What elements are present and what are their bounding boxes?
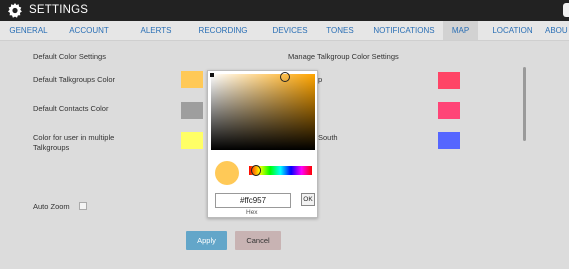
manage-talkgroup-heading: Manage Talkgroup Color Settings (288, 52, 399, 61)
talkgroup-scrollbar[interactable] (523, 67, 526, 141)
apply-button[interactable]: Apply (186, 231, 227, 250)
sv-corner-mark (210, 73, 214, 77)
tab-bar: GENERAL ACCOUNT ALERTS RECORDING DEVICES… (0, 21, 569, 41)
saturation-value-area[interactable] (211, 74, 315, 150)
talkgroups-color-label: Default Talkgroups Color (33, 75, 115, 84)
talkgroup-row3-name: South (318, 133, 338, 142)
window-title: SETTINGS (29, 4, 89, 16)
cancel-button[interactable]: Cancel (235, 231, 281, 250)
contacts-color-swatch[interactable] (181, 102, 203, 119)
tab-general[interactable]: GENERAL (0, 21, 57, 40)
gear-icon (8, 3, 22, 18)
ok-button[interactable]: OK (301, 193, 315, 206)
tab-tones[interactable]: TONES (318, 21, 362, 40)
multi-talkgroup-label-line2: Talkgroups (33, 143, 70, 152)
tab-account[interactable]: ACCOUNT (60, 21, 118, 40)
talkgroup-row1-swatch[interactable] (438, 72, 460, 89)
hue-slider-handle[interactable] (251, 165, 261, 176)
talkgroups-color-swatch[interactable] (181, 71, 203, 88)
talkgroup-row1-name: p (318, 75, 323, 84)
hex-caption: Hex (246, 209, 258, 216)
sv-picker-handle[interactable] (280, 72, 290, 82)
tab-location[interactable]: LOCATION (484, 21, 541, 40)
talkgroup-row2-swatch[interactable] (438, 102, 460, 119)
tab-notifications[interactable]: NOTIFICATIONS (366, 21, 442, 40)
hex-input[interactable] (215, 193, 291, 208)
auto-zoom-checkbox[interactable] (79, 202, 87, 210)
tab-map[interactable]: MAP (443, 21, 478, 40)
multi-talkgroup-color-swatch[interactable] (181, 132, 203, 149)
tab-recording[interactable]: RECORDING (194, 21, 252, 40)
tab-about[interactable]: ABOU (541, 21, 569, 40)
contacts-color-label: Default Contacts Color (33, 104, 109, 113)
tab-alerts[interactable]: ALERTS (131, 21, 181, 40)
close-button[interactable] (563, 3, 569, 17)
tab-devices[interactable]: DEVICES (265, 21, 315, 40)
auto-zoom-label: Auto Zoom (33, 202, 70, 211)
talkgroup-row3-swatch[interactable] (438, 132, 460, 149)
color-preview-circle (215, 161, 239, 185)
title-bar: SETTINGS (0, 0, 569, 21)
default-color-heading: Default Color Settings (33, 52, 106, 61)
